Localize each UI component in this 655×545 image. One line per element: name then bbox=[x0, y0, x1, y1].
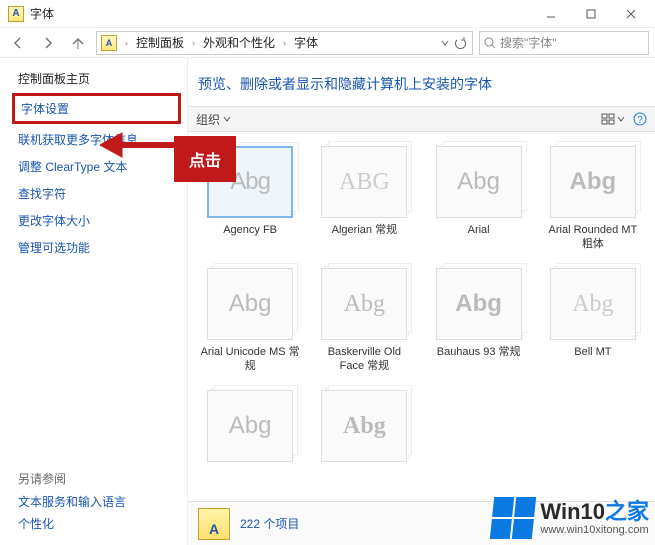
font-label: Algerian 常规 bbox=[314, 224, 414, 252]
search-placeholder: 搜索"字体" bbox=[500, 34, 644, 51]
highlight-box: 字体设置 bbox=[12, 93, 181, 124]
font-item[interactable]: Abg bbox=[196, 386, 304, 500]
font-thumbnail: Abg bbox=[550, 146, 636, 218]
see-also-text-services[interactable]: 文本服务和输入语言 bbox=[18, 493, 177, 510]
see-also-heading: 另请参阅 bbox=[18, 470, 177, 487]
sidebar-item-font-size[interactable]: 更改字体大小 bbox=[18, 212, 177, 229]
search-icon bbox=[484, 37, 496, 49]
font-item[interactable]: Abg Bell MT bbox=[539, 264, 647, 378]
window-icon: A bbox=[8, 6, 24, 22]
font-thumbnail: Abg bbox=[550, 268, 636, 340]
font-label: Bauhaus 93 常规 bbox=[429, 346, 529, 374]
chevron-down-icon bbox=[222, 114, 232, 124]
search-input[interactable]: 搜索"字体" bbox=[479, 31, 649, 55]
font-label: Bell MT bbox=[543, 346, 643, 374]
sidebar-item-optional[interactable]: 管理可选功能 bbox=[18, 239, 177, 256]
font-thumbnail: Abg bbox=[321, 268, 407, 340]
font-item[interactable]: Abg Bauhaus 93 常规 bbox=[425, 264, 533, 378]
view-button[interactable] bbox=[601, 112, 625, 126]
font-thumbnail: ABG bbox=[321, 146, 407, 218]
chevron-right-icon: › bbox=[121, 38, 132, 48]
navbar: A › 控制面板 › 外观和个性化 › 字体 搜索"字体" bbox=[0, 28, 655, 58]
sidebar-item-online-fonts[interactable]: 联机获取更多字体信息 bbox=[18, 131, 177, 148]
font-label: Arial Unicode MS 常规 bbox=[200, 346, 300, 374]
font-label bbox=[200, 468, 300, 496]
font-label: Arial Rounded MT 粗体 bbox=[543, 224, 643, 252]
help-button[interactable]: ? bbox=[633, 112, 647, 126]
font-item[interactable]: Abg Arial bbox=[425, 142, 533, 256]
forward-button[interactable] bbox=[36, 31, 60, 55]
font-label bbox=[314, 468, 414, 496]
content: 控制面板主页 字体设置 联机获取更多字体信息 调整 ClearType 文本 查… bbox=[0, 58, 655, 545]
up-button[interactable] bbox=[66, 31, 90, 55]
font-thumbnail: Abg bbox=[321, 390, 407, 462]
see-also: 另请参阅 文本服务和输入语言 个性化 bbox=[18, 452, 177, 537]
page-description: 预览、删除或者显示和隐藏计算机上安装的字体 bbox=[188, 58, 655, 106]
font-item[interactable]: Abg Baskerville Old Face 常规 bbox=[310, 264, 418, 378]
svg-text:?: ? bbox=[637, 115, 643, 126]
breadcrumb-icon: A bbox=[101, 35, 117, 51]
folder-icon: A bbox=[198, 508, 230, 540]
sidebar-item-font-settings[interactable]: 字体设置 bbox=[21, 100, 174, 117]
main-area: 预览、删除或者显示和隐藏计算机上安装的字体 组织 ? AbgAgency FBA… bbox=[188, 58, 655, 545]
font-grid: Abg Agency FB ABG Algerian 常规 Abg Arial Abg Ari… bbox=[188, 132, 655, 501]
font-thumbnail: Abg bbox=[207, 390, 293, 462]
breadcrumb-part[interactable]: 外观和个性化 bbox=[201, 34, 277, 51]
status-count: 222 个项目 bbox=[240, 515, 299, 532]
font-item[interactable]: ABG Algerian 常规 bbox=[310, 142, 418, 256]
sidebar-item-cleartype[interactable]: 调整 ClearType 文本 bbox=[18, 158, 177, 175]
sidebar-heading: 控制面板主页 bbox=[18, 70, 177, 87]
sidebar: 控制面板主页 字体设置 联机获取更多字体信息 调整 ClearType 文本 查… bbox=[0, 58, 188, 545]
font-thumbnail: Abg bbox=[207, 268, 293, 340]
titlebar: A 字体 bbox=[0, 0, 655, 28]
font-label: Baskerville Old Face 常规 bbox=[314, 346, 414, 374]
font-label: Arial bbox=[429, 224, 529, 252]
font-item[interactable]: Abg Arial Rounded MT 粗体 bbox=[539, 142, 647, 256]
chevron-down-icon[interactable] bbox=[440, 38, 450, 48]
chevron-down-icon bbox=[617, 115, 625, 123]
breadcrumb-part[interactable]: 字体 bbox=[292, 34, 320, 51]
font-item[interactable]: Abg Agency FB bbox=[196, 142, 304, 256]
close-button[interactable] bbox=[611, 2, 651, 26]
minimize-button[interactable] bbox=[531, 2, 571, 26]
font-thumbnail: Abg bbox=[207, 146, 293, 218]
sidebar-item-find-char[interactable]: 查找字符 bbox=[18, 185, 177, 202]
font-label: Agency FB bbox=[200, 224, 300, 252]
refresh-icon[interactable] bbox=[454, 37, 466, 49]
window-title: 字体 bbox=[30, 5, 54, 22]
back-button[interactable] bbox=[6, 31, 30, 55]
maximize-button[interactable] bbox=[571, 2, 611, 26]
breadcrumb[interactable]: A › 控制面板 › 外观和个性化 › 字体 bbox=[96, 31, 473, 55]
organize-button[interactable]: 组织 bbox=[196, 111, 232, 128]
chevron-right-icon: › bbox=[279, 38, 290, 48]
font-item[interactable]: Abg Arial Unicode MS 常规 bbox=[196, 264, 304, 378]
font-thumbnail: Abg bbox=[436, 146, 522, 218]
see-also-personalization[interactable]: 个性化 bbox=[18, 515, 177, 532]
chevron-right-icon: › bbox=[188, 38, 199, 48]
font-thumbnail: Abg bbox=[436, 268, 522, 340]
status-bar: A 222 个项目 bbox=[188, 501, 655, 545]
toolbar: 组织 ? bbox=[188, 106, 655, 132]
font-item[interactable]: Abg bbox=[310, 386, 418, 500]
breadcrumb-part[interactable]: 控制面板 bbox=[134, 34, 186, 51]
